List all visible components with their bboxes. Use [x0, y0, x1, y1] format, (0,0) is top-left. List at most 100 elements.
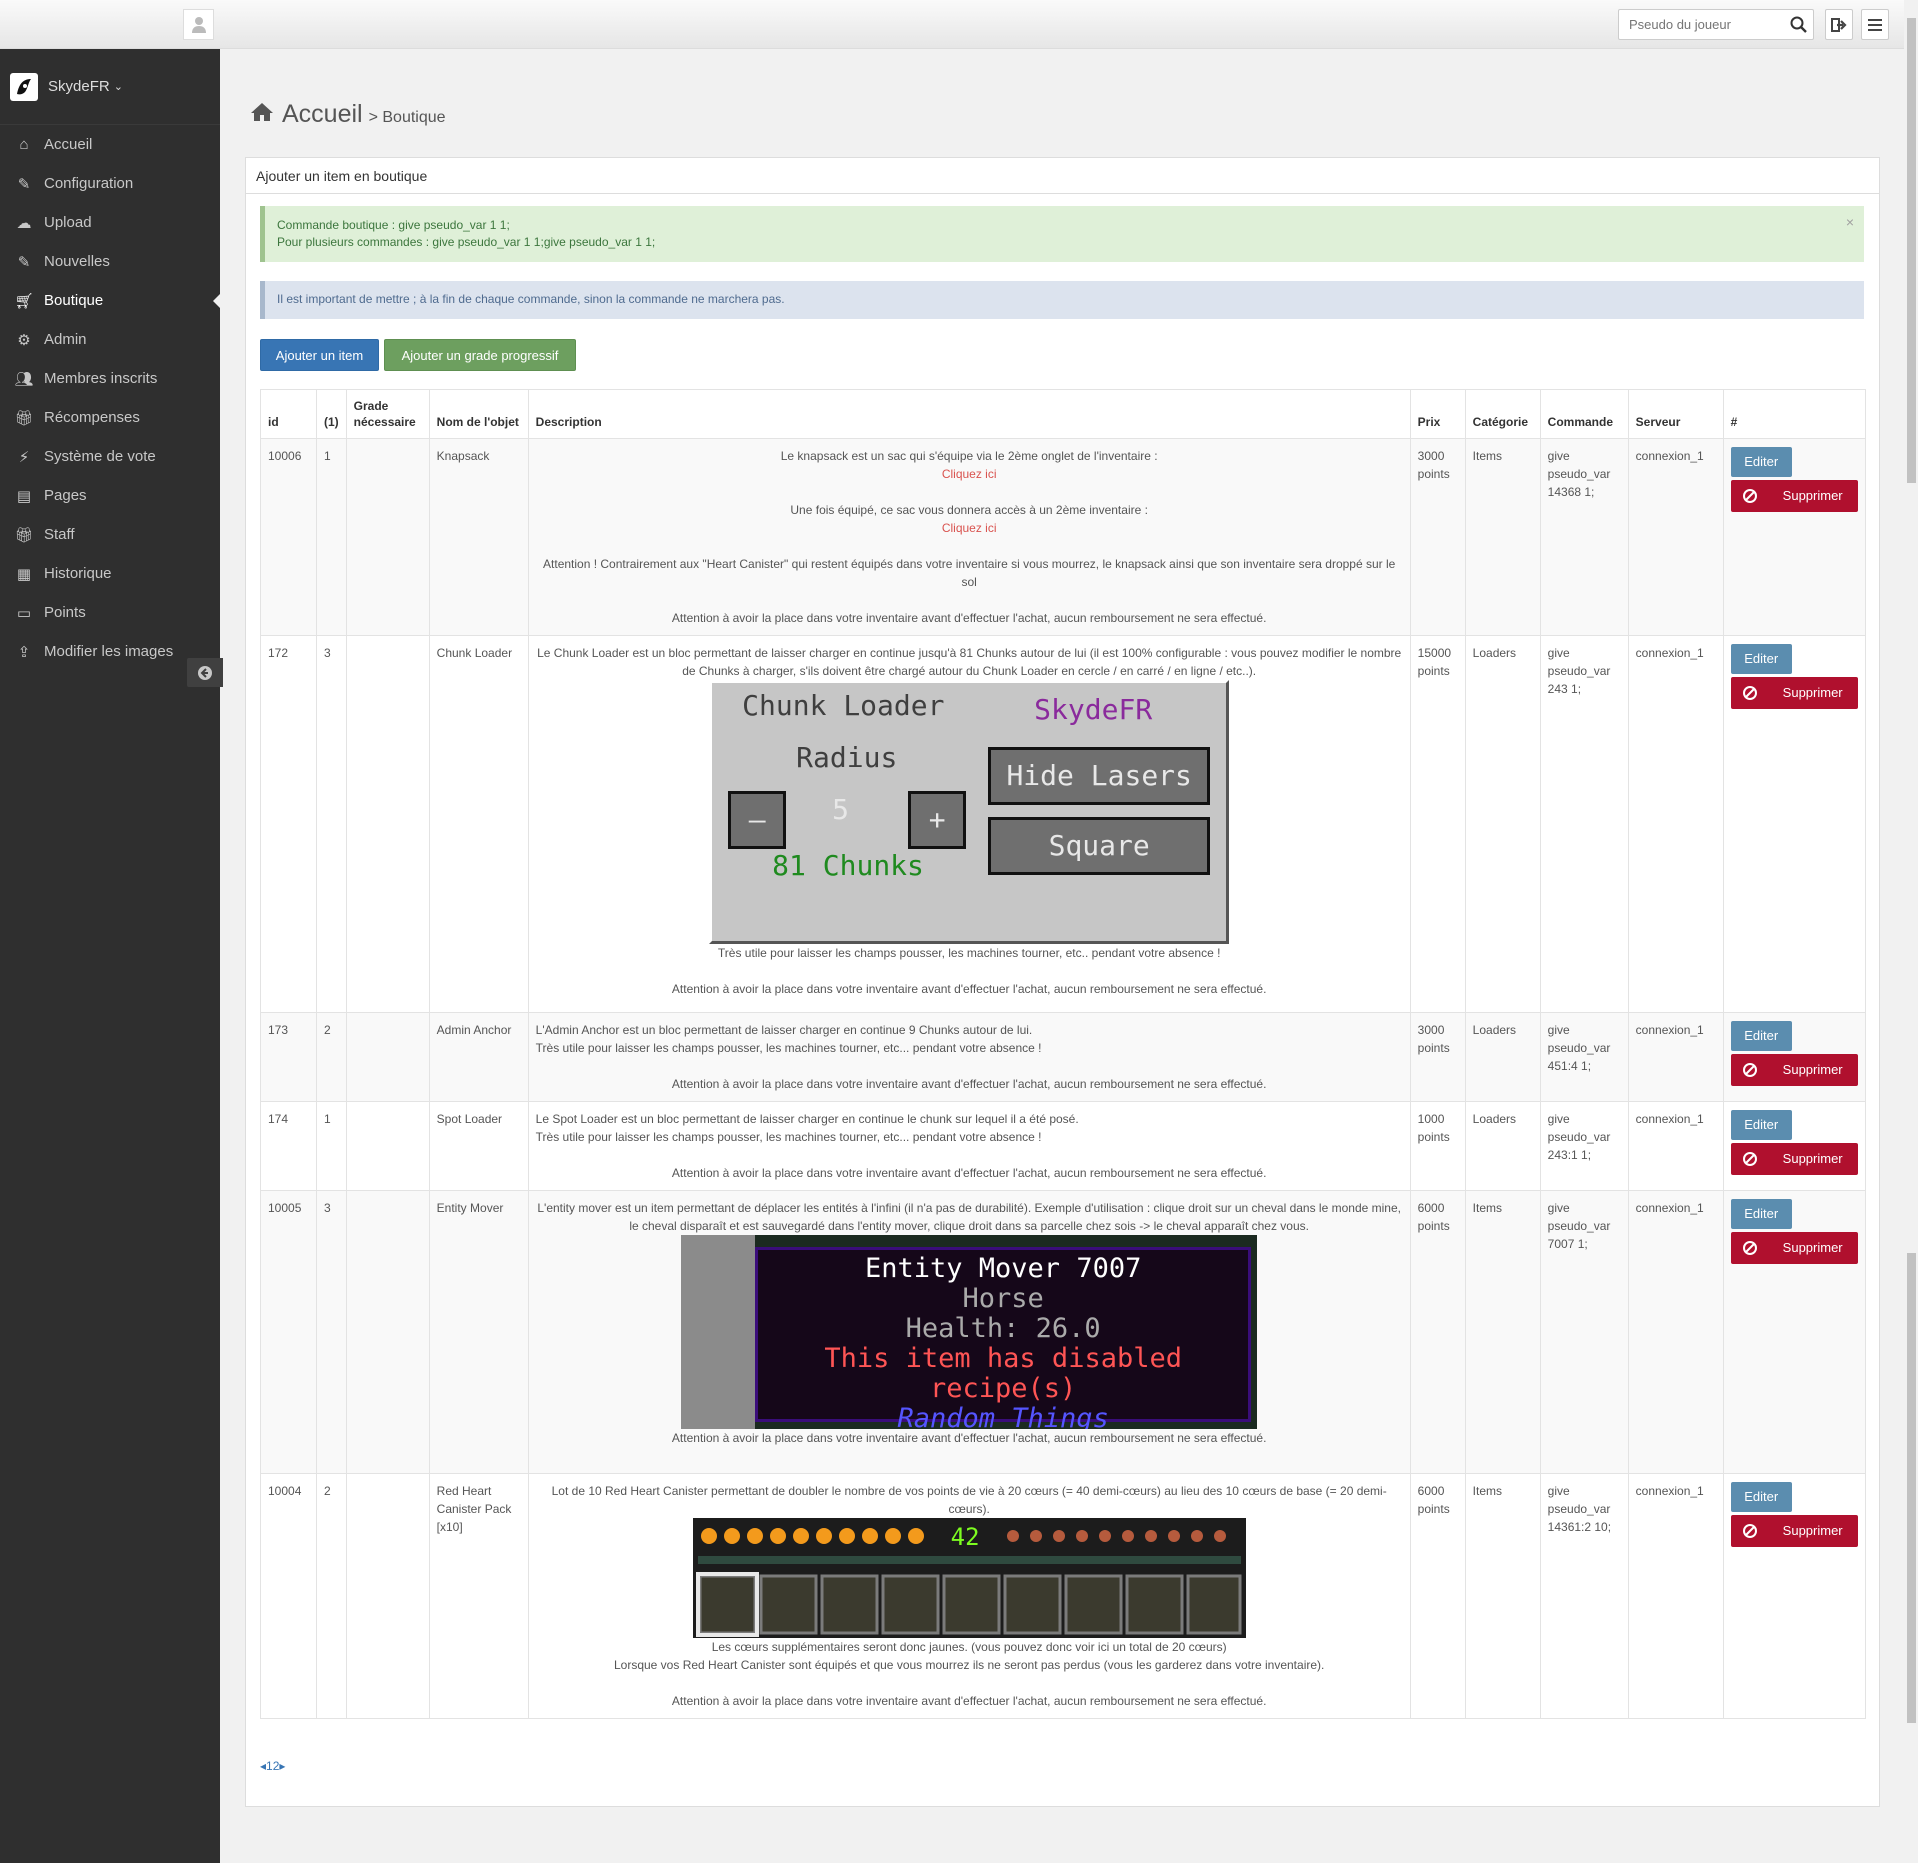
logout-button[interactable]: [1825, 9, 1853, 40]
cell-actions: Editer Supprimer: [1722, 1190, 1867, 1474]
search-icon[interactable]: [1790, 16, 1807, 33]
page-scrollbar[interactable]: [1904, 0, 1918, 1863]
cell-price: 15000 points: [1409, 635, 1466, 1013]
close-icon[interactable]: ×: [1846, 214, 1854, 231]
player-search-input[interactable]: [1619, 10, 1779, 39]
alert-line-1: Commande boutique : give pseudo_var 1 1;: [277, 218, 510, 232]
sidebar-item-nouvelles[interactable]: ✎ Nouvelles: [0, 242, 220, 281]
cell-price: 6000 points: [1409, 1473, 1466, 1719]
cell-description: Le knapsack est un sac qui s'équipe via …: [527, 438, 1411, 636]
edit-button[interactable]: Editer: [1730, 447, 1792, 477]
edit-button[interactable]: Editer: [1730, 644, 1792, 674]
delete-button[interactable]: Supprimer: [1730, 1515, 1858, 1547]
sidebar-item-upload[interactable]: ☁ Upload: [0, 203, 220, 242]
add-item-button[interactable]: Ajouter un item: [260, 339, 379, 371]
cell-grade: [345, 635, 430, 1013]
edit-button[interactable]: Editer: [1730, 1110, 1792, 1140]
sidebar-item-accueil[interactable]: ⌂ Accueil: [0, 125, 220, 164]
col-server: Serveur: [1627, 389, 1724, 439]
cell-id: 174: [260, 1101, 317, 1191]
col-grade: Grade nécessaire: [345, 389, 430, 439]
cell-server: connexion_1: [1627, 438, 1724, 636]
cell-grade: [345, 1012, 430, 1102]
delete-button[interactable]: Supprimer: [1730, 677, 1858, 709]
cell-category: Loaders: [1464, 635, 1541, 1013]
arrow-left-circle-icon: [198, 665, 212, 680]
shop-panel: Ajouter un item en boutique Commande bou…: [245, 157, 1880, 1807]
chevron-down-icon: ⌄: [113, 81, 123, 93]
cell-command: give pseudo_var 14361:2 10;: [1539, 1473, 1629, 1719]
cart-icon: 🛒︎: [14, 292, 34, 310]
col-n: (1): [316, 389, 347, 439]
cell-id: 10004: [260, 1473, 317, 1719]
link-cliquez-ici[interactable]: Cliquez ici: [536, 465, 1403, 483]
cell-n: 3: [316, 635, 347, 1013]
table-row: 173 2 Admin Anchor L'Admin Anchor est un…: [260, 1012, 1867, 1102]
cell-n: 1: [316, 1101, 347, 1191]
sidebar-item-boutique[interactable]: 🛒︎ Boutique: [0, 281, 221, 320]
edit-icon: ✎: [17, 253, 31, 271]
breadcrumb-current: > Boutique: [368, 109, 446, 126]
book-icon: ▤: [16, 487, 32, 505]
sidebar-item-configuration[interactable]: ✎ Configuration: [0, 164, 220, 203]
delete-button[interactable]: Supprimer: [1730, 1232, 1858, 1264]
cell-price: 6000 points: [1409, 1190, 1466, 1474]
cell-category: Loaders: [1464, 1012, 1541, 1102]
sidebar-item-staff[interactable]: 🎁︎ Staff: [0, 515, 220, 554]
brand-dropdown[interactable]: SkydeFR ⌄: [0, 49, 220, 125]
command-help-alert: Commande boutique : give pseudo_var 1 1;…: [260, 206, 1864, 262]
delete-button[interactable]: Supprimer: [1730, 1054, 1858, 1086]
breadcrumb-home[interactable]: Accueil: [282, 100, 363, 129]
scrollbar-thumb-top[interactable]: [1907, 18, 1916, 483]
sidebar-item-vote[interactable]: ⚡︎ Système de vote: [0, 437, 220, 476]
sidebar-item-historique[interactable]: ▦ Historique: [0, 554, 220, 593]
cell-n: 1: [316, 438, 347, 636]
item-tooltip: Entity Mover 7007 Horse Health: 26.0 Thi…: [755, 1247, 1252, 1429]
pager-pages[interactable]: 12: [266, 1759, 279, 1773]
gift-icon: 🎁︎: [14, 526, 34, 544]
heart-canister-screenshot: 42: [692, 1518, 1246, 1638]
link-cliquez-ici[interactable]: Cliquez ici: [536, 519, 1403, 537]
cell-actions: Editer Supprimer: [1722, 1101, 1867, 1191]
cell-actions: Editer Supprimer: [1722, 1012, 1867, 1102]
sidebar-item-recompenses[interactable]: 🎁︎ Récompenses: [0, 398, 220, 437]
pager-next[interactable]: ▸: [279, 1759, 285, 1773]
edit-button[interactable]: Editer: [1730, 1199, 1792, 1229]
delete-button[interactable]: Supprimer: [1730, 480, 1858, 512]
add-grade-button[interactable]: Ajouter un grade progressif: [384, 339, 576, 371]
entity-mover-screenshot: Entity Mover 7007 Horse Health: 26.0 Thi…: [681, 1235, 1258, 1429]
edit-button[interactable]: Editer: [1730, 1021, 1792, 1051]
scrollbar-thumb[interactable]: [1907, 1253, 1916, 1723]
breadcrumb: Accueil > Boutique: [250, 100, 446, 129]
cell-command: give pseudo_var 14368 1;: [1539, 438, 1629, 636]
table-row: 10004 2 Red Heart Canister Pack [x10] Lo…: [260, 1473, 1867, 1719]
table-row: 172 3 Chunk Loader Le Chunk Loader est u…: [260, 635, 1867, 1013]
cell-server: connexion_1: [1627, 1190, 1724, 1474]
user-avatar-button[interactable]: [183, 9, 214, 40]
chunk-loader-screenshot: Chunk Loader SkydeFR Radius – 5 + 81 Chu…: [709, 680, 1230, 944]
cell-id: 172: [260, 635, 317, 1013]
sidebar-item-points[interactable]: ▭ Points: [0, 593, 220, 632]
bolt-icon: ⚡︎: [18, 448, 30, 466]
sidebar-item-membres[interactable]: 👥︎ Membres inscrits: [0, 359, 220, 398]
ban-icon: [1742, 1241, 1757, 1255]
logout-icon: [1831, 17, 1847, 32]
sidebar-item-pages[interactable]: ▤ Pages: [0, 476, 220, 515]
cell-grade: [345, 438, 430, 636]
cell-command: give pseudo_var 451:4 1;: [1539, 1012, 1629, 1102]
edit-button[interactable]: Editer: [1730, 1482, 1792, 1512]
pagination: ◂12▸: [260, 1759, 285, 1773]
cell-description: L'entity mover est un item permettant de…: [527, 1190, 1411, 1474]
ban-icon: [1742, 1063, 1757, 1077]
cell-id: 173: [260, 1012, 317, 1102]
delete-button[interactable]: Supprimer: [1730, 1143, 1858, 1175]
col-price: Prix: [1409, 389, 1466, 439]
menu-button[interactable]: [1861, 9, 1889, 40]
cell-id: 10006: [260, 438, 317, 636]
user-icon: [191, 16, 206, 33]
ban-icon: [1742, 1524, 1757, 1538]
sidebar-item-admin[interactable]: ⚙ Admin: [0, 320, 220, 359]
sidebar-collapse-button[interactable]: [187, 658, 223, 687]
home-icon: [251, 103, 273, 121]
cell-name: Chunk Loader: [428, 635, 529, 1013]
